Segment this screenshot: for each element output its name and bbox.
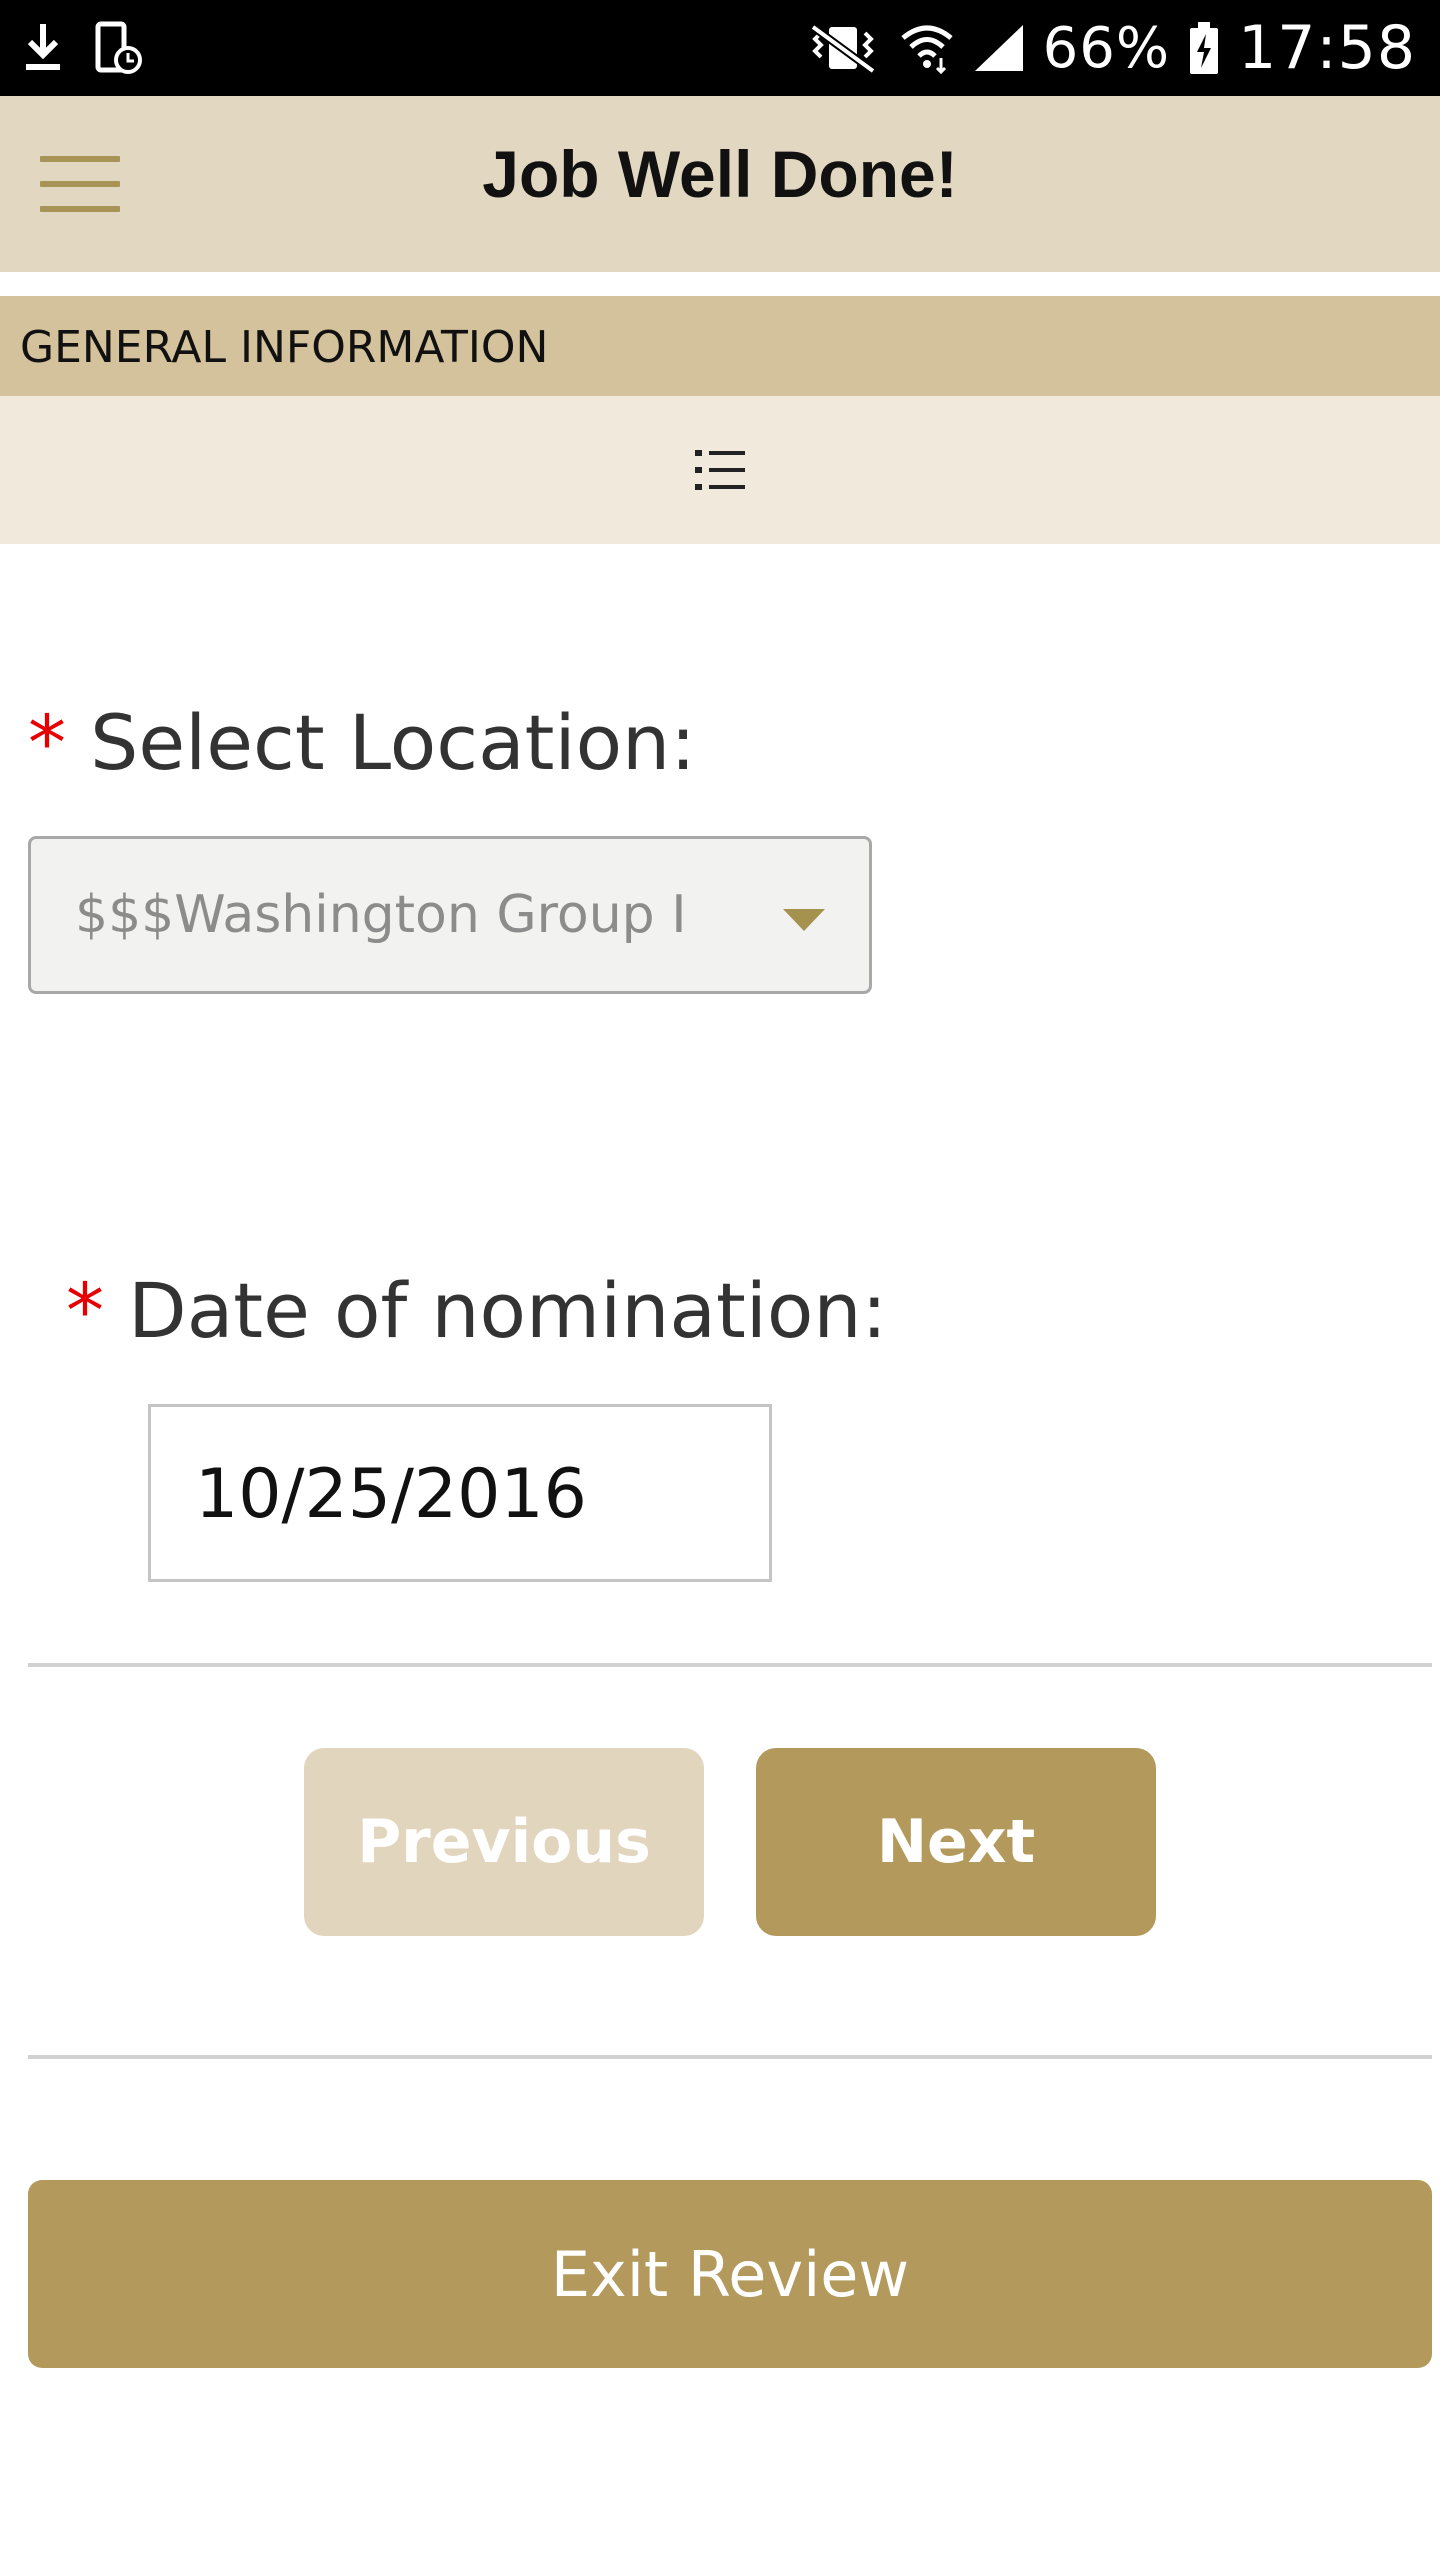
chevron-down-icon [783, 909, 825, 931]
location-select[interactable]: $$$Washington Group I [28, 836, 872, 994]
download-icon [26, 24, 60, 70]
device-lock-icon [95, 21, 142, 74]
divider [28, 1663, 1432, 1667]
page-title: Job Well Done! [482, 137, 958, 211]
location-label: * Select Location: [28, 698, 696, 787]
required-marker: * [28, 698, 66, 787]
date-label-text: Date of nomination: [128, 1266, 888, 1355]
date-of-nomination-input[interactable]: 10/25/2016 [148, 1404, 772, 1582]
location-label-text: Select Location: [90, 698, 696, 787]
next-button[interactable]: Next [756, 1748, 1156, 1936]
divider [28, 2055, 1432, 2059]
status-right: 66% 17:58 [805, 10, 1416, 86]
section-title: GENERAL INFORMATION [20, 322, 549, 373]
vibrate-icon [810, 23, 875, 75]
signal-icon [974, 25, 1023, 71]
section-header: GENERAL INFORMATION [0, 296, 1440, 396]
status-left-icons [22, 20, 144, 76]
list-icon[interactable] [693, 446, 747, 494]
required-marker: * [66, 1266, 104, 1355]
wifi-icon [901, 25, 953, 75]
previous-button[interactable]: Previous [304, 1748, 704, 1936]
date-value: 10/25/2016 [195, 1455, 587, 1534]
exit-review-button[interactable]: Exit Review [28, 2180, 1432, 2368]
date-label: * Date of nomination: [66, 1266, 887, 1355]
location-select-value: $$$Washington Group I [75, 885, 687, 945]
app-header: Job Well Done! [0, 96, 1440, 272]
clock-time: 17:58 [1238, 13, 1416, 83]
battery-percent: 66% [1042, 15, 1171, 81]
status-bar: 66% 17:58 [0, 0, 1440, 96]
battery-charging-icon [1190, 22, 1219, 74]
toc-bar [0, 396, 1440, 544]
